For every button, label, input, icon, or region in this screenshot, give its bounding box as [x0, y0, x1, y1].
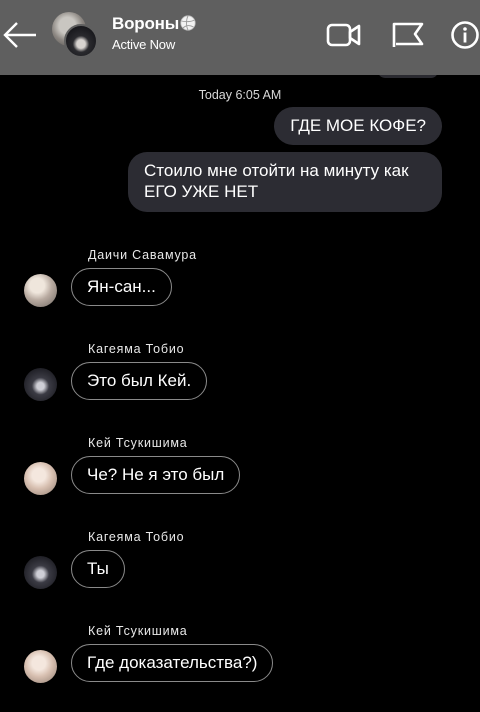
chat-title-block[interactable]: Вороны Active Now: [112, 14, 196, 52]
avatar[interactable]: [24, 274, 57, 307]
sender-name: Кагеяма Тобио: [88, 530, 185, 544]
avatar[interactable]: [24, 462, 57, 495]
avatar[interactable]: [24, 556, 57, 589]
video-call-button[interactable]: [326, 20, 362, 50]
incoming-message[interactable]: Где доказательства?): [71, 644, 274, 682]
incoming-message[interactable]: Ян-сан...: [71, 268, 172, 306]
avatar[interactable]: [24, 650, 57, 683]
message-timestamp: Today 6:05 AM: [198, 88, 282, 102]
video-camera-icon: [326, 23, 361, 47]
sender-name: Кагеяма Тобио: [88, 342, 185, 356]
avatar[interactable]: [24, 368, 57, 401]
back-button[interactable]: [2, 18, 38, 52]
incoming-message[interactable]: Че? Не я это был: [71, 456, 241, 494]
info-icon: [451, 21, 479, 49]
report-button[interactable]: [390, 20, 426, 50]
outgoing-message[interactable]: Стоило мне отойти на минуту как ЕГО УЖЕ …: [128, 152, 442, 212]
incoming-message[interactable]: Ты: [71, 550, 125, 588]
chat-status: Active Now: [112, 37, 176, 52]
group-avatar[interactable]: [52, 12, 100, 58]
info-button[interactable]: [450, 20, 480, 50]
sender-name: Даичи Савамура: [88, 248, 197, 262]
chat-title: Вороны: [112, 14, 180, 33]
sender-name: Кей Тсукишима: [88, 436, 188, 450]
volleyball-icon: [180, 15, 196, 31]
incoming-message[interactable]: Это был Кей.: [71, 362, 208, 400]
sender-name: Кей Тсукишима: [88, 624, 188, 638]
chat-header: Вороны Active Now: [0, 0, 480, 75]
flag-icon: [392, 22, 424, 47]
arrow-left-icon: [3, 22, 36, 48]
chat-screen: Вороны Active Now Today 6:05 AM ГДЕ МОЕ …: [0, 0, 480, 712]
outgoing-message[interactable]: ГДЕ МОЕ КОФЕ?: [274, 107, 442, 145]
